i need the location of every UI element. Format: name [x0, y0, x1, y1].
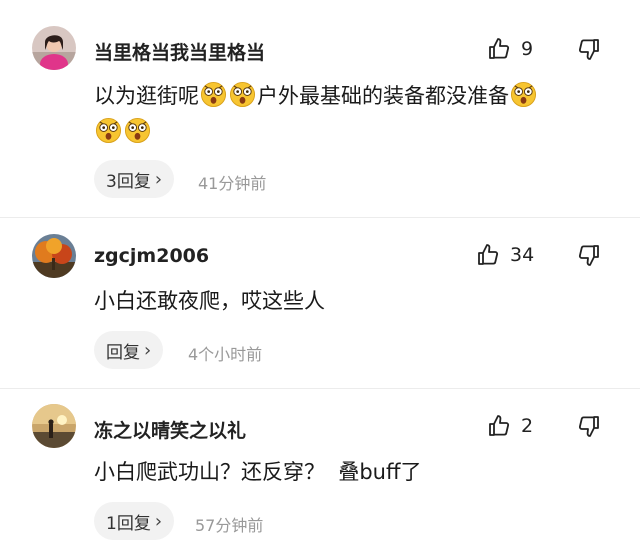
dislike-button[interactable]: [577, 37, 601, 61]
username[interactable]: 当里格当我当里格当: [94, 38, 265, 65]
thumbs-up-icon: [476, 243, 500, 267]
shocked-face-emoji-icon: [229, 81, 256, 108]
comment-text-part: 以为逛街呢: [94, 84, 199, 108]
divider: [0, 217, 640, 218]
timestamp: 4个小时前: [188, 345, 263, 364]
dislike-button[interactable]: [577, 243, 601, 267]
like-count: 2: [521, 415, 534, 437]
reply-label: 1回复: [106, 513, 151, 534]
timestamp: 57分钟前: [195, 516, 264, 535]
thumbs-up-icon: [487, 37, 511, 61]
thumbs-down-icon: [577, 243, 601, 267]
view-replies-button[interactable]: 3回复 ›: [94, 160, 175, 198]
divider: [0, 388, 640, 389]
thumbs-down-icon: [577, 414, 601, 438]
shocked-face-emoji-icon: [95, 117, 122, 144]
like-button[interactable]: 2: [487, 414, 533, 438]
shocked-face-emoji-icon: [200, 81, 227, 108]
like-button[interactable]: 9: [487, 37, 533, 61]
avatar[interactable]: [32, 26, 76, 70]
like-count: 34: [510, 244, 535, 266]
avatar[interactable]: [32, 234, 76, 278]
thumbs-up-icon: [487, 414, 511, 438]
woman-pink-outfit-avatar-icon: [32, 26, 76, 70]
like-count: 9: [521, 38, 534, 60]
chevron-right-icon: ›: [154, 510, 163, 532]
shocked-face-emoji-icon: [124, 117, 151, 144]
shocked-face-emoji-icon: [510, 81, 537, 108]
username[interactable]: 冻之以晴笑之以礼: [94, 416, 246, 443]
comment-text-part: 户外最基础的装备都没准备: [257, 84, 509, 108]
username[interactable]: zgcjm2006: [94, 245, 209, 267]
thumbs-down-icon: [577, 37, 601, 61]
sunset-figure-avatar-icon: [32, 404, 76, 448]
reply-label: 3回复: [106, 171, 151, 192]
dislike-button[interactable]: [577, 414, 601, 438]
chevron-right-icon: ›: [154, 168, 163, 190]
autumn-tree-avatar-icon: [32, 234, 76, 278]
comment-text: 以为逛街呢 户外最基础的装备都没准备: [94, 78, 604, 150]
comment-text: 小白还敢夜爬，哎这些人: [94, 289, 325, 313]
comment-text: 小白爬武功山？还反穿？ 叠buff了: [94, 460, 422, 484]
reply-label: 回复: [106, 342, 140, 363]
like-button[interactable]: 34: [476, 243, 534, 267]
chevron-right-icon: ›: [144, 339, 152, 361]
timestamp: 41分钟前: [198, 174, 267, 193]
avatar[interactable]: [32, 404, 76, 448]
reply-button[interactable]: 回复 ›: [94, 331, 164, 369]
view-replies-button[interactable]: 1回复 ›: [94, 502, 175, 540]
